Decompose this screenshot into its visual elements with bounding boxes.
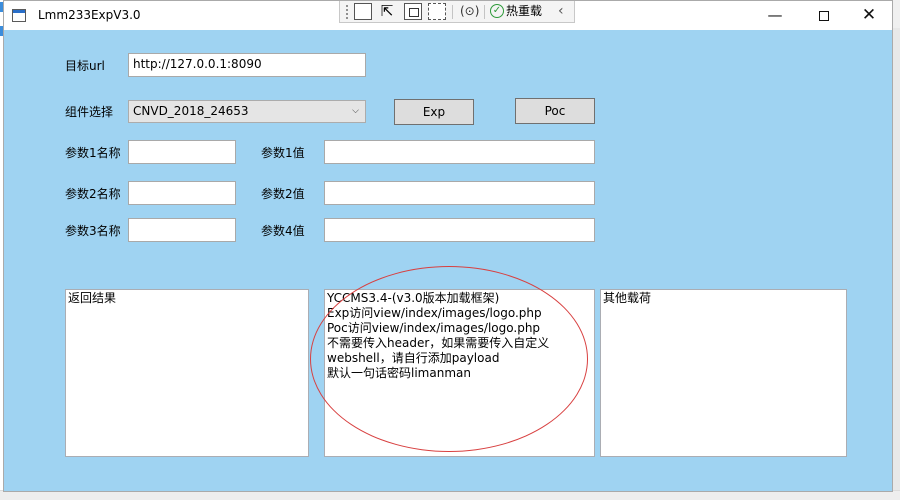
- checkmark-icon: ✓: [490, 3, 504, 18]
- collapse-toolbar-icon[interactable]: ‹: [558, 3, 564, 19]
- binding-failures-icon[interactable]: (⊙): [460, 3, 479, 20]
- payload-textarea[interactable]: 其他载荷: [600, 289, 847, 457]
- host-ide-right-strip: [893, 28, 900, 490]
- param4-value-label: 参数4值: [261, 224, 305, 238]
- component-select[interactable]: CNVD_2018_24653 ⌵: [128, 100, 366, 123]
- exp-button[interactable]: Exp: [394, 99, 474, 125]
- result-text: 返回结果: [68, 291, 117, 305]
- param1-value-input[interactable]: [324, 140, 595, 164]
- component-select-label: 组件选择: [65, 105, 114, 119]
- toolbar-grip-icon[interactable]: [345, 4, 349, 19]
- form-client-area: 目标url http://127.0.0.1:8090 组件选择 CNVD_20…: [4, 30, 892, 491]
- target-url-input[interactable]: http://127.0.0.1:8090: [128, 53, 366, 77]
- result-textarea[interactable]: 返回结果: [65, 289, 309, 457]
- app-window-icon: [12, 9, 26, 22]
- param4-value-input[interactable]: [324, 218, 595, 242]
- app-window: Lmm233ExpV3.0 ⇱ (⊙) ✓ 热重载 ‹ — ✕ 目标url htt…: [3, 0, 893, 492]
- info-textarea[interactable]: YCCMS3.4-(v3.0版本加载框架) Exp访问view/index/im…: [324, 289, 595, 457]
- toolbar-divider: [484, 5, 485, 19]
- close-button[interactable]: ✕: [846, 1, 892, 30]
- track-focus-icon[interactable]: [428, 3, 446, 20]
- maximize-icon: [819, 10, 829, 21]
- info-line: Poc访问view/index/images/logo.php: [327, 321, 541, 335]
- xaml-debug-toolbar: ⇱ (⊙) ✓ 热重载 ‹: [339, 1, 575, 23]
- component-select-value: CNVD_2018_24653: [133, 104, 249, 118]
- hot-reload-label: 热重载: [506, 4, 543, 18]
- info-line: YCCMS3.4-(v3.0版本加载框架): [327, 291, 500, 305]
- info-line: webshell，请自行添加payload: [327, 351, 500, 365]
- toolbar-divider: [452, 5, 453, 19]
- param1-name-label: 参数1名称: [65, 146, 121, 160]
- title-bar[interactable]: Lmm233ExpV3.0 ⇱ (⊙) ✓ 热重载 ‹ — ✕: [4, 1, 892, 30]
- param3-name-input[interactable]: [128, 218, 236, 242]
- info-line: 不需要传入header，如果需要传入自定义: [327, 336, 550, 350]
- param2-name-label: 参数2名称: [65, 187, 121, 201]
- param1-value-label: 参数1值: [261, 146, 305, 160]
- hot-reload-button[interactable]: ✓ 热重载: [490, 3, 542, 20]
- minimize-button[interactable]: —: [752, 1, 798, 30]
- chevron-down-icon: ⌵: [352, 106, 359, 116]
- param3-name-label: 参数3名称: [65, 224, 121, 238]
- target-url-label: 目标url: [65, 59, 105, 73]
- display-adorners-icon[interactable]: [404, 3, 422, 20]
- window-title: Lmm233ExpV3.0: [38, 8, 141, 22]
- param2-name-input[interactable]: [128, 181, 236, 205]
- maximize-button[interactable]: [801, 1, 847, 30]
- param1-name-input[interactable]: [128, 140, 236, 164]
- param2-value-label: 参数2值: [261, 187, 305, 201]
- info-line: 默认一句话密码limanman: [327, 366, 471, 380]
- poc-button[interactable]: Poc: [515, 98, 595, 124]
- select-element-icon[interactable]: ⇱: [378, 3, 396, 20]
- live-visual-tree-icon[interactable]: [354, 3, 372, 20]
- info-line: Exp访问view/index/images/logo.php: [327, 306, 542, 320]
- param2-value-input[interactable]: [324, 181, 595, 205]
- payload-text: 其他载荷: [603, 291, 652, 305]
